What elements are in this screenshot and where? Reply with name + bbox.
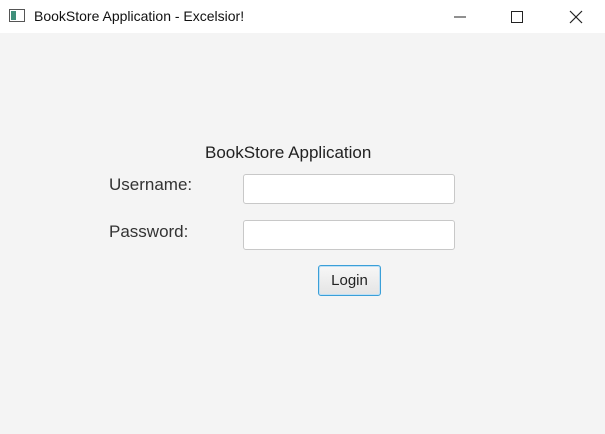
close-icon xyxy=(569,10,583,23)
password-label: Password: xyxy=(109,222,189,241)
window-title: BookStore Application - Excelsior! xyxy=(34,8,245,24)
username-label: Username: xyxy=(109,175,193,194)
form-heading: BookStore Application xyxy=(205,143,372,162)
minimize-button[interactable] xyxy=(437,0,483,33)
maximize-icon xyxy=(511,10,523,23)
username-input[interactable] xyxy=(243,174,455,204)
window-titlebar[interactable]: BookStore Application - Excelsior! xyxy=(0,0,605,33)
minimize-icon xyxy=(454,16,466,17)
login-button[interactable]: Login xyxy=(318,265,381,296)
password-input[interactable] xyxy=(243,220,455,250)
app-window-icon xyxy=(9,9,25,22)
login-panel: BookStore Application Username: Password… xyxy=(0,33,605,434)
maximize-button[interactable] xyxy=(494,0,540,33)
close-button[interactable] xyxy=(553,0,599,33)
